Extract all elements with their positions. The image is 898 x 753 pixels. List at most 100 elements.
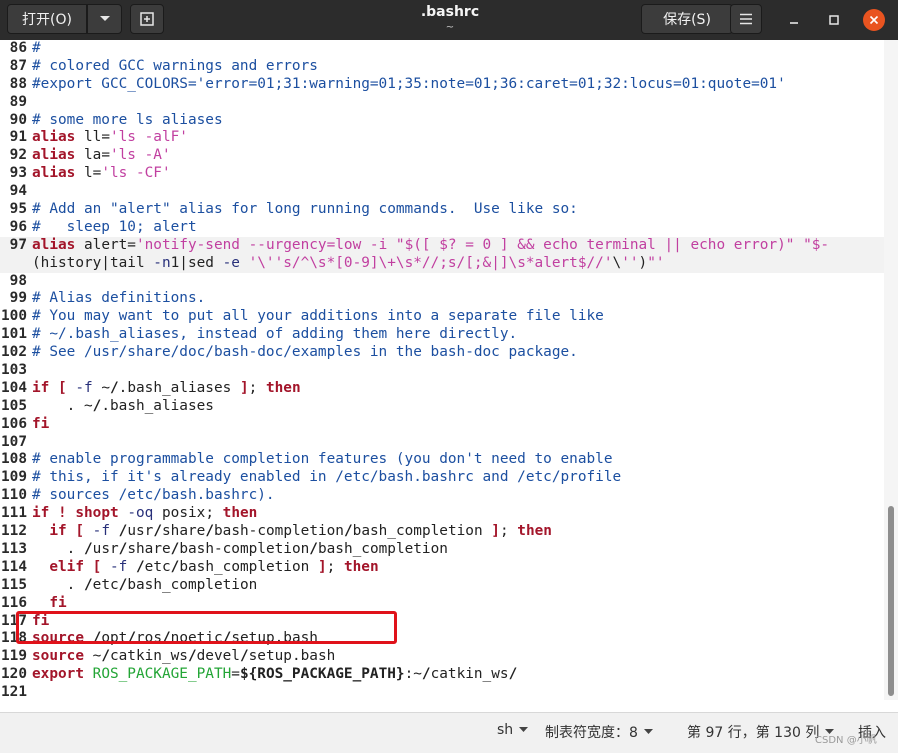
code-line[interactable]: 111 if ! shopt -oq posix; then [0, 505, 884, 523]
line-text[interactable]: # this, if it's already enabled in /etc/… [27, 469, 621, 487]
code-line[interactable]: 106 fi [0, 416, 884, 434]
code-line[interactable]: 96 # sleep 10; alert [0, 219, 884, 237]
save-button-label: 保存(S) [663, 12, 711, 28]
maximize-button[interactable] [823, 9, 845, 31]
open-button[interactable]: 打开(O) [7, 4, 87, 34]
line-text[interactable]: . /usr/share/bash-completion/bash_comple… [27, 541, 448, 559]
line-number: 121 [1, 684, 27, 700]
code-line[interactable]: 102 # See /usr/share/doc/bash-doc/example… [0, 344, 884, 362]
code-line[interactable]: 99 # Alias definitions. [0, 290, 884, 308]
line-number: 115 [1, 576, 27, 593]
code-line[interactable]: 105 . ~/.bash_aliases [0, 398, 884, 416]
line-text[interactable]: # sources /etc/bash.bashrc). [27, 487, 275, 505]
line-text[interactable]: # You may want to put all your additions… [27, 308, 604, 326]
line-number: 92 [9, 147, 27, 164]
line-text[interactable]: # Add an "alert" alias for long running … [27, 201, 578, 219]
code-line[interactable]: 87 # colored GCC warnings and errors [0, 58, 884, 76]
line-text[interactable]: fi [27, 595, 66, 613]
open-menu-button[interactable] [87, 4, 122, 34]
scrollbar-thumb[interactable] [888, 506, 894, 696]
line-number: 88 [9, 75, 27, 92]
line-text[interactable]: # enable programmable completion feature… [27, 451, 612, 469]
code-line[interactable]: 107 [0, 434, 884, 452]
code-line[interactable]: 110 # sources /etc/bash.bashrc). [0, 487, 884, 505]
code-line[interactable]: 90 # some more ls aliases [0, 112, 884, 130]
line-text[interactable]: #export GCC_COLORS='error=01;31:warning=… [27, 76, 786, 94]
line-text[interactable]: (history|tail -n1|sed -e '\''s/^\s*[0-9]… [27, 255, 665, 273]
code-line[interactable]: 93 alias l='ls -CF' [0, 165, 884, 183]
code-line[interactable]: 112 if [ -f /usr/share/bash-completion/b… [0, 523, 884, 541]
line-text[interactable]: if [ -f ~/.bash_aliases ]; then [27, 380, 301, 398]
cursor-position-selector[interactable]: 第 97 行，第 130 列 [687, 722, 835, 742]
code-line[interactable]: 91 alias ll='ls -alF' [0, 129, 884, 147]
code-line[interactable]: 108 # enable programmable completion feat… [0, 451, 884, 469]
line-number: 107 [1, 433, 27, 450]
line-text[interactable]: # ~/.bash_aliases, instead of adding the… [27, 326, 517, 344]
vertical-scrollbar[interactable] [884, 40, 898, 700]
code-line[interactable]: 89 [0, 94, 884, 112]
code-line[interactable]: 119 source ~/catkin_ws/devel/setup.bash [0, 648, 884, 666]
code-line[interactable]: 95 # Add an "alert" alias for long runnin… [0, 201, 884, 219]
line-text[interactable]: export ROS_PACKAGE_PATH=${ROS_PACKAGE_PA… [27, 666, 517, 684]
tab-width-label: 制表符宽度：8 [545, 725, 638, 741]
minimize-icon [790, 22, 798, 24]
red-highlight-box [16, 611, 397, 644]
code-line[interactable]: (history|tail -n1|sed -e '\''s/^\s*[0-9]… [0, 254, 884, 273]
line-number: 93 [9, 165, 27, 182]
line-text[interactable]: fi [27, 416, 49, 434]
line-text[interactable]: # See /usr/share/doc/bash-doc/examples i… [27, 344, 578, 362]
chevron-down-icon [519, 727, 529, 732]
code-line[interactable]: 121 [0, 684, 884, 700]
menu-button[interactable] [730, 4, 762, 34]
code-line[interactable]: 98 [0, 273, 884, 291]
close-button[interactable] [863, 9, 885, 31]
minimize-button[interactable] [783, 9, 805, 31]
code-line[interactable]: 103 [0, 362, 884, 380]
code-line[interactable]: 116 fi [0, 595, 884, 613]
code-line[interactable]: 100 # You may want to put all your additi… [0, 308, 884, 326]
line-text[interactable]: # sleep 10; alert [27, 219, 197, 237]
code-line[interactable]: 92 alias la='ls -A' [0, 147, 884, 165]
line-number: 113 [1, 540, 27, 557]
code-line[interactable]: 120 export ROS_PACKAGE_PATH=${ROS_PACKAGE… [0, 666, 884, 684]
code-line[interactable]: 115 . /etc/bash_completion [0, 577, 884, 595]
save-button[interactable]: 保存(S) [641, 4, 733, 34]
line-text[interactable]: # colored GCC warnings and errors [27, 58, 318, 76]
code-line[interactable]: 104 if [ -f ~/.bash_aliases ]; then [0, 380, 884, 398]
code-line[interactable]: 109 # this, if it's already enabled in /e… [0, 469, 884, 487]
code-line[interactable]: 86 # [0, 40, 884, 58]
line-text[interactable]: # some more ls aliases [27, 112, 223, 130]
code-line[interactable]: 113 . /usr/share/bash-completion/bash_co… [0, 541, 884, 559]
line-text[interactable]: if ! shopt -oq posix; then [27, 505, 257, 523]
maximize-icon [829, 15, 839, 25]
line-number: 106 [1, 415, 27, 432]
line-text[interactable]: elif [ -f /etc/bash_completion ]; then [27, 559, 378, 577]
code-line[interactable]: 97 alias alert='notify-send --urgency=low… [0, 236, 884, 255]
tab-width-selector[interactable]: 制表符宽度：8 [545, 722, 653, 742]
language-selector[interactable]: sh [497, 722, 529, 738]
line-text[interactable]: . /etc/bash_completion [27, 577, 258, 595]
line-text[interactable]: . ~/.bash_aliases [27, 398, 214, 416]
line-number: 108 [1, 451, 27, 468]
code-line[interactable]: 101 # ~/.bash_aliases, instead of adding … [0, 326, 884, 344]
code-line[interactable]: 88 #export GCC_COLORS='error=01;31:warnin… [0, 76, 884, 94]
line-number: 96 [9, 218, 27, 235]
line-text[interactable]: alias ll='ls -alF' [27, 129, 188, 147]
new-document-button[interactable] [130, 4, 164, 34]
line-number: 90 [9, 111, 27, 128]
line-text[interactable]: alias la='ls -A' [27, 147, 171, 165]
line-number: 103 [1, 362, 27, 379]
line-text[interactable]: if [ -f /usr/share/bash-completion/bash_… [27, 523, 552, 541]
line-text[interactable]: alias l='ls -CF' [27, 165, 171, 183]
close-icon [869, 15, 879, 25]
code-line[interactable]: 114 elif [ -f /etc/bash_completion ]; th… [0, 559, 884, 577]
text-editor[interactable]: 86 #87 # colored GCC warnings and errors 88… [0, 40, 884, 700]
line-number: 87 [9, 57, 27, 74]
line-text[interactable]: # [27, 40, 41, 58]
line-text[interactable]: # Alias definitions. [27, 290, 205, 308]
chevron-down-icon [99, 16, 110, 21]
line-text[interactable]: alias alert='notify-send --urgency=low -… [27, 237, 829, 255]
line-number: 94 [9, 183, 27, 200]
line-text[interactable]: source ~/catkin_ws/devel/setup.bash [27, 648, 335, 666]
code-line[interactable]: 94 [0, 183, 884, 201]
